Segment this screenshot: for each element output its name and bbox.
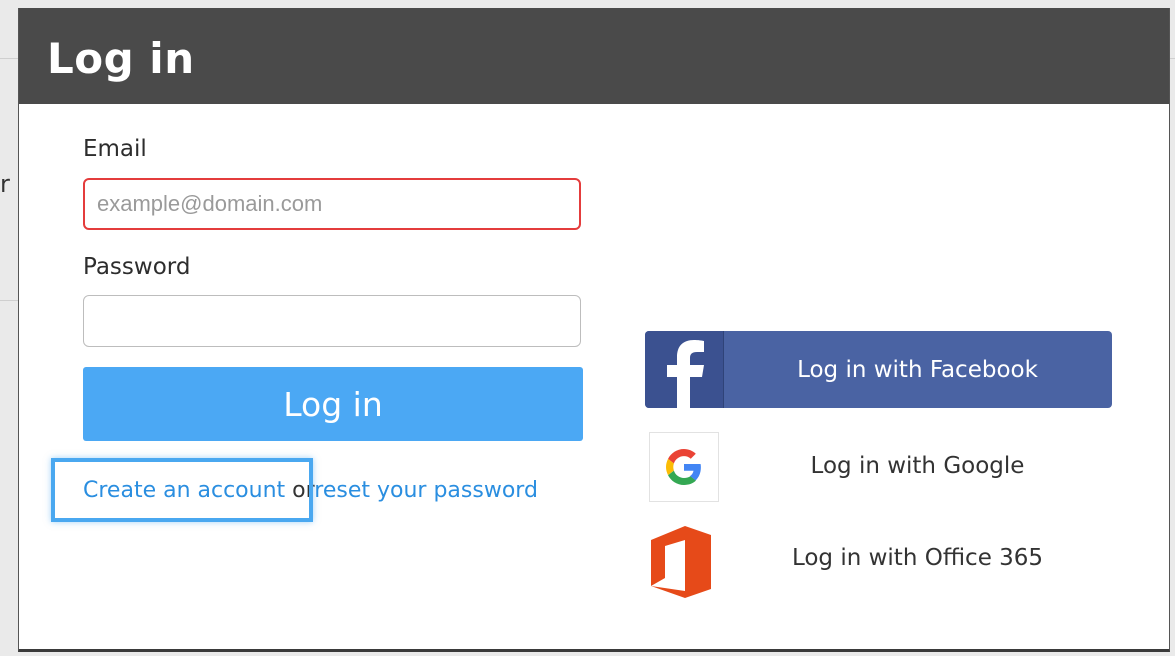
password-label: Password [83, 254, 191, 280]
dialog-header: Log in [19, 8, 1169, 104]
office-365-login-button[interactable]: Log in with Office 365 [645, 520, 1112, 598]
facebook-login-label: Log in with Facebook [797, 356, 1038, 383]
login-button[interactable]: Log in [83, 367, 583, 441]
background-divider [0, 300, 20, 301]
login-dialog: Log in Email Password Log in Create an a… [18, 8, 1170, 652]
dialog-title: Log in [47, 34, 195, 83]
facebook-icon [645, 331, 724, 408]
office-365-icon [645, 522, 717, 602]
office-365-login-label: Log in with Office 365 [791, 545, 1044, 571]
reset-password-link[interactable]: reset your password [314, 478, 538, 503]
highlight-box [51, 458, 313, 522]
email-label: Email [83, 136, 147, 162]
google-icon [649, 432, 719, 502]
google-login-button[interactable]: Log in with Google [645, 428, 1112, 504]
google-login-label: Log in with Google [810, 453, 1025, 479]
background-text: r [0, 170, 10, 198]
email-input[interactable] [83, 178, 581, 230]
password-input[interactable] [83, 295, 581, 347]
facebook-login-button[interactable]: Log in with Facebook [645, 331, 1112, 408]
